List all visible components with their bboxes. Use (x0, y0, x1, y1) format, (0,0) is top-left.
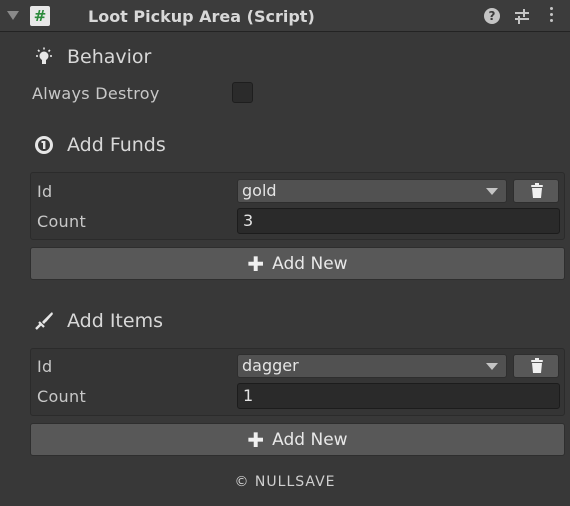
funds-title: Add Funds (67, 134, 166, 156)
funds-section-header: Add Funds (34, 132, 166, 158)
script-glyph: # (33, 7, 47, 25)
behavior-title: Behavior (67, 46, 152, 68)
help-icon[interactable]: ? (484, 8, 500, 24)
funds-count-label: Count (37, 212, 87, 231)
items-add-new-label: Add New (272, 429, 348, 450)
funds-id-value: gold (242, 181, 277, 200)
items-count-field[interactable]: 1 (237, 383, 560, 409)
dropdown-arrow-icon (486, 363, 498, 370)
funds-add-new-button[interactable]: ✚ Add New (30, 247, 565, 280)
items-title: Add Items (67, 310, 163, 332)
items-id-dropdown[interactable]: dagger (237, 354, 507, 378)
presets-icon[interactable] (514, 8, 530, 28)
funds-id-label: Id (37, 182, 53, 201)
sword-icon (35, 312, 53, 330)
foldout-arrow-icon[interactable] (7, 11, 19, 20)
items-delete-button[interactable] (513, 354, 559, 378)
funds-add-new-label: Add New (272, 253, 348, 274)
trash-icon (531, 358, 543, 373)
items-count-label: Count (37, 387, 87, 406)
component-title: Loot Pickup Area (Script) (88, 7, 315, 26)
items-id-label: Id (37, 357, 53, 376)
lightbulb-icon (36, 47, 52, 64)
funds-id-dropdown[interactable]: gold (237, 179, 507, 203)
context-menu-icon[interactable] (545, 7, 557, 25)
footer-credit: © NULLSAVE (234, 474, 336, 490)
items-id-value: dagger (242, 356, 299, 375)
always-destroy-label: Always Destroy (32, 84, 160, 103)
component-header: # Loot Pickup Area (Script) ? (0, 0, 570, 32)
always-destroy-checkbox[interactable] (232, 82, 253, 103)
funds-count-field[interactable]: 3 (237, 208, 560, 234)
funds-count-value: 3 (243, 211, 254, 230)
trash-icon (531, 183, 543, 198)
funds-delete-button[interactable] (513, 179, 559, 203)
items-count-value: 1 (243, 386, 254, 405)
script-icon: # (30, 6, 50, 26)
coin-icon (35, 136, 53, 154)
items-add-new-button[interactable]: ✚ Add New (30, 423, 565, 456)
dropdown-arrow-icon (486, 188, 498, 195)
behavior-section-header: Behavior (34, 44, 151, 70)
plus-icon: ✚ (247, 251, 265, 276)
items-section-header: Add Items (34, 308, 163, 334)
plus-icon: ✚ (247, 427, 265, 452)
